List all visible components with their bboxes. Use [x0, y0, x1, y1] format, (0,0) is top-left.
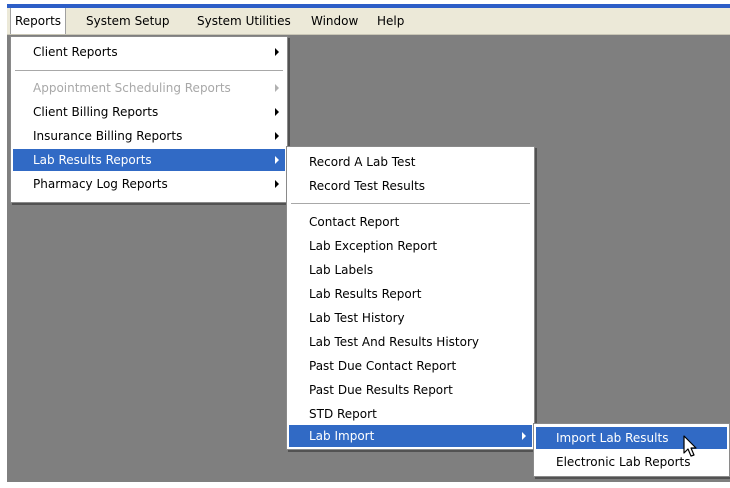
menu-item-label: Lab Results Report [309, 287, 422, 301]
menu-item-lab-exception-report[interactable]: Lab Exception Report [289, 235, 532, 257]
menu-item-record-test-results[interactable]: Record Test Results [289, 175, 532, 197]
menu-item-lab-import[interactable]: Lab Import [289, 425, 532, 447]
menu-item-label: Pharmacy Log Reports [33, 177, 168, 191]
submenu-arrow-icon [522, 432, 526, 440]
menu-reports[interactable]: Reports [10, 8, 67, 34]
submenu-arrow-icon [275, 156, 279, 164]
menu-item-label: Contact Report [309, 215, 400, 229]
submenu-arrow-icon [275, 180, 279, 188]
menu-item-client-billing-reports[interactable]: Client Billing Reports [13, 101, 285, 123]
menu-separator [15, 70, 283, 72]
menu-item-label: Client Reports [33, 45, 118, 59]
menu-system-utilities[interactable]: System Utilities [193, 8, 295, 34]
menu-item-insurance-billing-reports[interactable]: Insurance Billing Reports [13, 125, 285, 147]
menu-item-label: Lab Results Reports [33, 153, 152, 167]
menu-help[interactable]: Help [373, 8, 408, 34]
submenu-arrow-icon [275, 132, 279, 140]
menu-item-label: Lab Exception Report [309, 239, 438, 253]
submenu-arrow-icon [275, 84, 279, 92]
menu-item-lab-results-report[interactable]: Lab Results Report [289, 283, 532, 305]
menu-item-lab-labels[interactable]: Lab Labels [289, 259, 532, 281]
menu-item-label: Record A Lab Test [309, 155, 416, 169]
menu-item-record-a-lab-test[interactable]: Record A Lab Test [289, 151, 532, 173]
menu-item-lab-test-history[interactable]: Lab Test History [289, 307, 532, 329]
menu-item-lab-results-reports[interactable]: Lab Results Reports [13, 149, 285, 171]
menu-system-setup[interactable]: System Setup [82, 8, 174, 34]
reports-dropdown: Client Reports Appointment Scheduling Re… [10, 36, 288, 203]
menu-item-label: Record Test Results [309, 179, 426, 193]
menu-item-appointment-scheduling-reports: Appointment Scheduling Reports [13, 77, 285, 99]
menu-item-label: Lab Import [309, 429, 375, 443]
menu-item-past-due-contact-report[interactable]: Past Due Contact Report [289, 355, 532, 377]
menu-item-std-report[interactable]: STD Report [289, 403, 532, 425]
menu-item-client-reports[interactable]: Client Reports [13, 41, 285, 63]
menu-item-label: Past Due Contact Report [309, 359, 457, 373]
menu-item-label: Lab Test History [309, 311, 405, 325]
menu-item-label: Lab Labels [309, 263, 374, 277]
menu-item-pharmacy-log-reports[interactable]: Pharmacy Log Reports [13, 173, 285, 195]
menu-separator [291, 203, 530, 205]
menu-item-label: Client Billing Reports [33, 105, 159, 119]
lab-results-submenu: Record A Lab Test Record Test Results Co… [286, 146, 535, 450]
menu-item-label: STD Report [309, 407, 377, 421]
submenu-arrow-icon [275, 108, 279, 116]
menu-item-label: Electronic Lab Reports [556, 455, 691, 469]
menu-item-contact-report[interactable]: Contact Report [289, 211, 532, 233]
application-window: Reports System Setup System Utilities Wi… [7, 8, 730, 482]
menu-bar: Reports System Setup System Utilities Wi… [7, 8, 730, 35]
menu-item-label: Insurance Billing Reports [33, 129, 183, 143]
menu-item-label: Appointment Scheduling Reports [33, 81, 231, 95]
menu-item-lab-test-and-results-history[interactable]: Lab Test And Results History [289, 331, 532, 353]
menu-item-past-due-results-report[interactable]: Past Due Results Report [289, 379, 532, 401]
mouse-pointer-icon [683, 435, 697, 457]
menu-window[interactable]: Window [307, 8, 362, 34]
menu-item-label: Past Due Results Report [309, 383, 453, 397]
menu-item-label: Import Lab Results [556, 431, 669, 445]
submenu-arrow-icon [275, 48, 279, 56]
menu-item-label: Lab Test And Results History [309, 335, 479, 349]
